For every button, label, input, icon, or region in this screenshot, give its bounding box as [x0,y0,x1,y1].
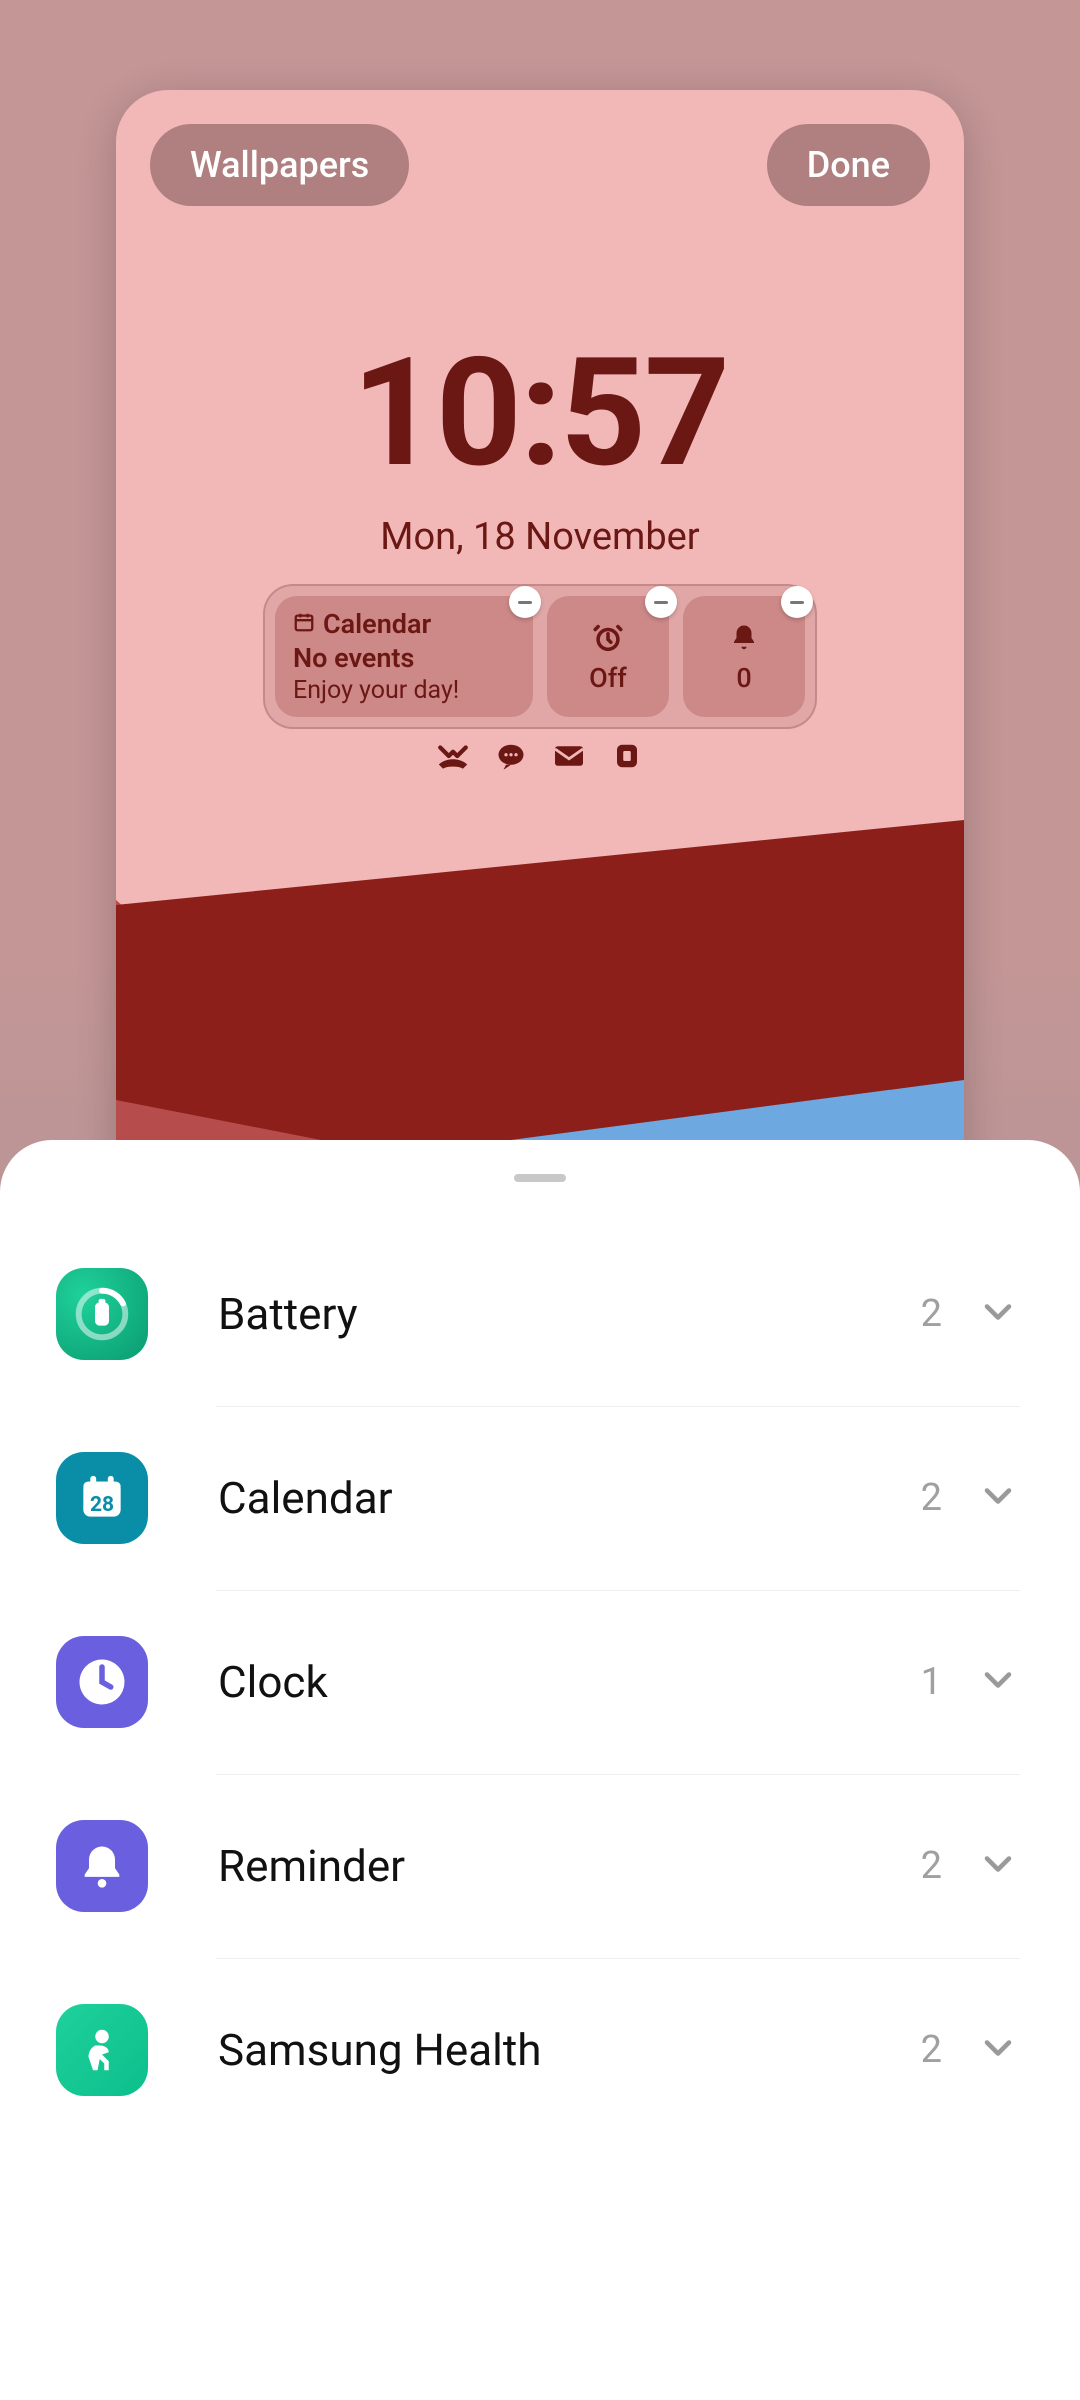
bell-icon [729,620,759,656]
widget-source-row[interactable]: Battery 2 [0,1222,1080,1406]
widget-source-name: Samsung Health [218,2024,921,2076]
calendar-widget-title: Calendar [323,608,431,640]
widget-source-count: 1 [921,1660,942,1704]
remove-widget-button[interactable] [645,586,677,618]
chevron-down-icon [976,1842,1020,1890]
calendar-app-icon: 28 [56,1452,148,1544]
chevron-down-icon [976,1474,1020,1522]
widget-source-row[interactable]: Clock 1 [0,1590,1080,1774]
done-button[interactable]: Done [767,124,930,206]
chevron-down-icon [976,1290,1020,1338]
widget-source-count: 2 [921,1844,942,1888]
widget-source-count: 2 [921,1292,942,1336]
widget-source-count: 2 [921,1476,942,1520]
widget-source-name: Reminder [218,1840,921,1892]
calendar-widget[interactable]: Calendar No events Enjoy your day! [275,596,533,717]
clock-app-icon [56,1636,148,1728]
clock-date[interactable]: Mon, 18 November [116,515,964,559]
calendar-icon [293,608,315,640]
remove-widget-button[interactable] [509,586,541,618]
widget-tray[interactable]: Calendar No events Enjoy your day! Off 0 [263,584,817,729]
missed-call-icon [435,740,471,772]
widget-source-name: Clock [218,1656,921,1708]
app-update-icon [609,740,645,772]
clock-time[interactable]: 10:57 [116,325,964,501]
battery-app-icon [56,1268,148,1360]
calendar-widget-line1: No events [293,642,515,674]
svg-text:28: 28 [90,1493,114,1517]
alarm-clock-icon [591,620,625,656]
notification-icon-row[interactable] [116,740,964,772]
widget-source-name: Battery [218,1288,921,1340]
alarm-widget[interactable]: Off [547,596,669,717]
chevron-down-icon [976,2026,1020,2074]
calendar-widget-line2: Enjoy your day! [293,676,515,705]
widget-source-row[interactable]: Samsung Health 2 [0,1958,1080,2142]
lockscreen-preview: Wallpapers Done 10:57 Mon, 18 November C… [116,90,964,1290]
drag-handle[interactable] [514,1174,566,1182]
widget-source-row[interactable]: 28 Calendar 2 [0,1406,1080,1590]
notifications-widget-label: 0 [736,662,751,694]
health-app-icon [56,2004,148,2096]
wallpapers-button[interactable]: Wallpapers [150,124,409,206]
widget-picker-sheet[interactable]: Battery 2 28 Calendar 2 Clock 1 Reminder… [0,1140,1080,2400]
widget-source-row[interactable]: Reminder 2 [0,1774,1080,1958]
message-bubble-icon [493,740,529,772]
widget-source-name: Calendar [218,1472,921,1524]
alarm-widget-label: Off [589,662,627,694]
reminder-app-icon [56,1820,148,1912]
mail-icon [551,740,587,772]
remove-widget-button[interactable] [781,586,813,618]
notifications-widget[interactable]: 0 [683,596,805,717]
chevron-down-icon [976,1658,1020,1706]
widget-source-count: 2 [921,2028,942,2072]
